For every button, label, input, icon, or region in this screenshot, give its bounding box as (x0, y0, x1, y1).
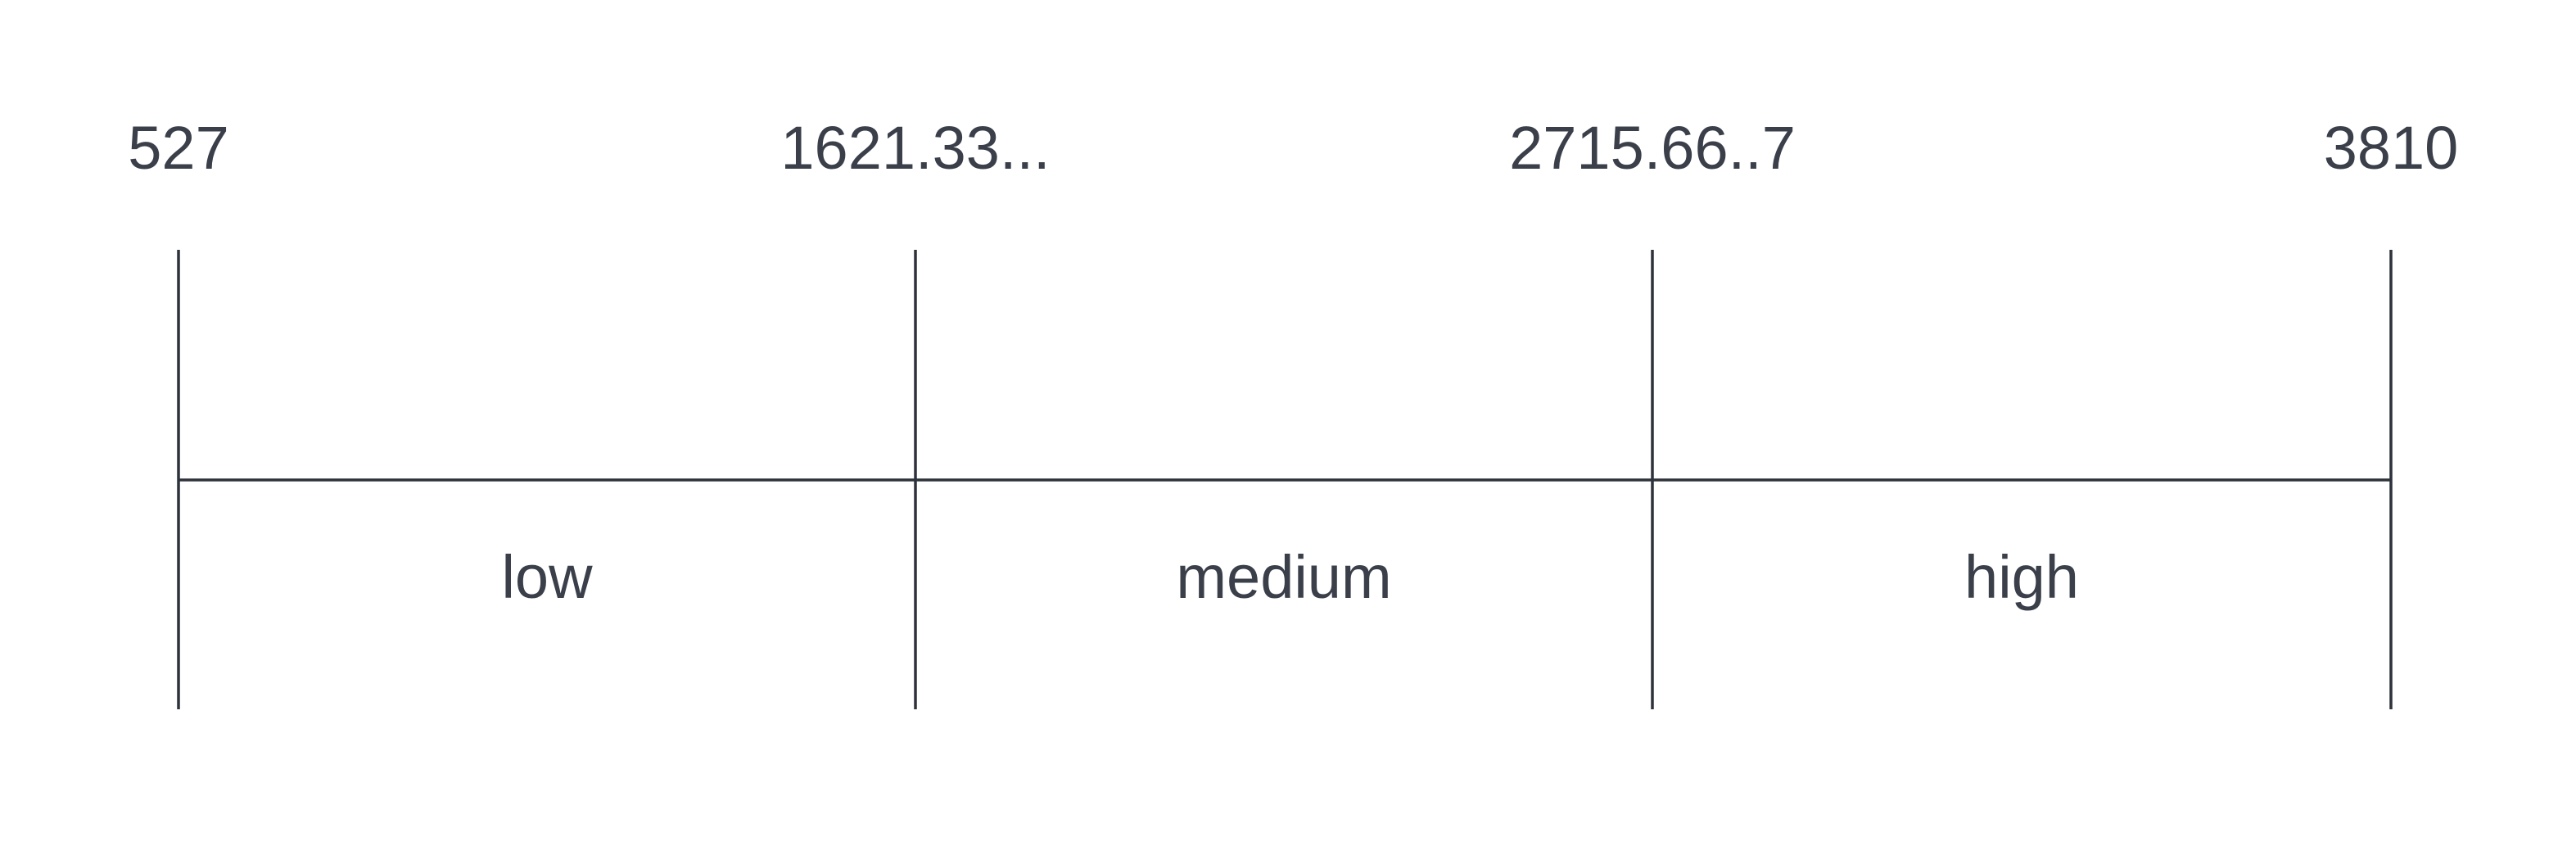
bin-diagram: 527 1621.33... 2715.66..7 3810 low mediu… (128, 114, 2458, 709)
bin-label-high: high (1964, 543, 2079, 611)
edge-label-min: 527 (128, 114, 228, 182)
bin-labels: low medium high (501, 543, 2078, 611)
edge-labels: 527 1621.33... 2715.66..7 3810 (128, 114, 2458, 182)
edge-label-break-2: 2715.66..7 (1509, 114, 1796, 182)
bin-label-medium: medium (1176, 543, 1391, 611)
edge-label-max: 3810 (2324, 114, 2459, 182)
edge-label-break-1: 1621.33... (780, 114, 1050, 182)
bin-label-low: low (501, 543, 593, 611)
